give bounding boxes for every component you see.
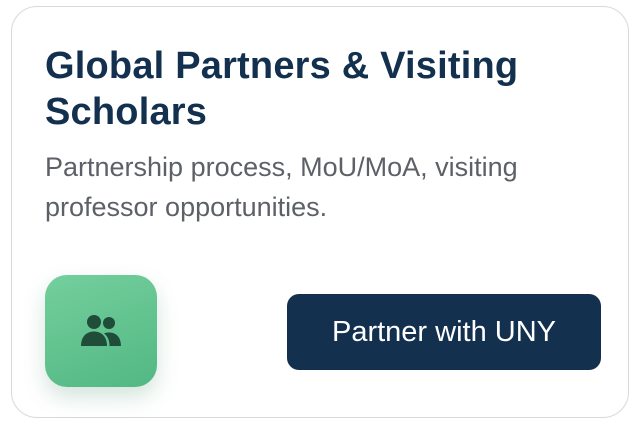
users-icon-tile (45, 275, 157, 387)
partner-with-uny-button[interactable]: Partner with UNY (287, 294, 601, 370)
partners-card: Global Partners & Visiting Scholars Part… (11, 6, 629, 418)
card-title: Global Partners & Visiting Scholars (45, 45, 519, 133)
users-icon (81, 315, 121, 346)
card-description: Partnership process, MoU/MoA, visiting p… (45, 152, 518, 222)
